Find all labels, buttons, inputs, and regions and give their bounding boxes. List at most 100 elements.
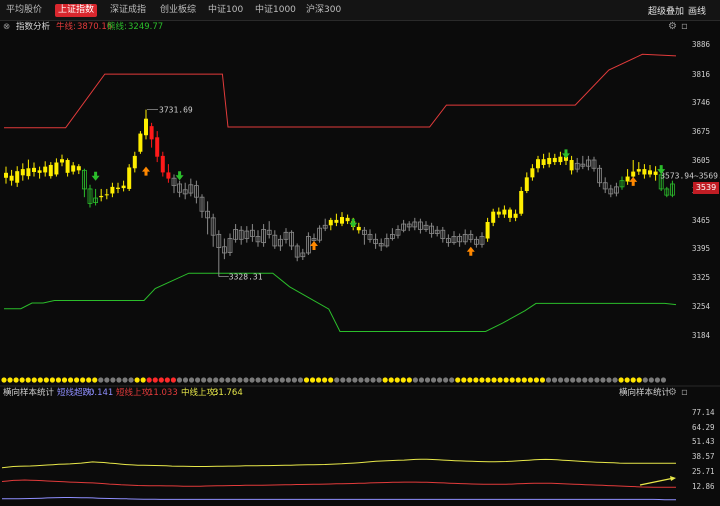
status-dot <box>188 377 195 383</box>
candle-body <box>642 169 647 175</box>
status-dot <box>570 377 576 383</box>
status-dot <box>527 377 533 383</box>
candle-body <box>631 171 636 177</box>
candle-body <box>160 155 165 173</box>
status-dot <box>564 377 570 383</box>
candle-body <box>99 195 104 198</box>
status-dot <box>207 377 213 383</box>
y-axis-label: 3325 <box>692 273 711 282</box>
status-dot <box>261 377 267 383</box>
status-dot <box>582 377 588 383</box>
status-dot <box>521 377 527 383</box>
high-annotation: 3731.69 <box>159 106 193 115</box>
candle-body <box>149 126 154 140</box>
status-dot <box>201 377 207 383</box>
candle-body <box>648 170 652 175</box>
status-dot <box>122 377 128 383</box>
status-dot <box>164 377 170 383</box>
status-dot <box>600 377 606 383</box>
status-dot <box>491 377 497 383</box>
candle-body <box>536 159 540 169</box>
status-dot <box>170 377 176 383</box>
current-price-badge: 3539 <box>693 182 719 194</box>
candle-body <box>569 160 574 171</box>
candle-body <box>541 159 546 165</box>
status-dot <box>19 377 25 383</box>
status-dot <box>92 377 98 383</box>
status-dot <box>364 377 370 383</box>
status-dot <box>25 377 31 383</box>
status-dot <box>231 377 237 383</box>
sub-y-axis-label: 25.71 <box>692 467 715 476</box>
status-dot <box>303 377 310 383</box>
status-dot <box>642 377 648 383</box>
candle-body <box>121 185 126 189</box>
status-dot <box>249 377 255 383</box>
trend-arrow-shaft <box>639 477 675 486</box>
status-dot <box>636 377 642 383</box>
y-axis-label: 3675 <box>692 127 711 136</box>
candle-body <box>132 155 137 169</box>
status-dot <box>358 377 364 383</box>
candle-body <box>116 187 120 189</box>
status-dot <box>213 377 219 383</box>
status-dot <box>461 377 467 383</box>
trend-arrow-head <box>670 476 676 481</box>
status-dot <box>551 377 558 383</box>
status-dot <box>412 377 418 383</box>
candle-body <box>37 170 42 173</box>
candle-body <box>524 177 529 191</box>
status-dot <box>182 377 189 383</box>
sub-y-axis-label: 64.29 <box>692 423 715 432</box>
candle-body <box>356 226 361 231</box>
sub-panel-title[interactable]: 横向样本统计 <box>3 387 54 399</box>
status-dot <box>485 377 491 383</box>
candle-body <box>547 157 552 165</box>
status-dot <box>13 377 19 383</box>
status-dot <box>594 377 600 383</box>
status-dot <box>80 377 86 383</box>
sub-settings-gear-icon[interactable]: ⚙ <box>668 387 677 398</box>
status-dot <box>400 377 406 383</box>
status-dot <box>473 377 479 383</box>
candle-body <box>502 209 507 215</box>
sub-y-axis-label: 51.43 <box>692 437 715 446</box>
status-dot <box>430 377 437 383</box>
status-dot <box>479 377 485 383</box>
status-dot <box>515 377 521 383</box>
index-analysis-chart[interactable]: 3731.69 3328.31 3573.94~3569.89 <box>0 0 720 506</box>
candle-body <box>345 217 350 222</box>
status-dot <box>624 377 630 383</box>
candle-body <box>9 175 14 181</box>
status-dot <box>309 377 316 383</box>
candle-body <box>513 213 518 218</box>
status-dot <box>195 377 201 383</box>
candle-body <box>43 166 48 173</box>
status-dot <box>279 377 285 383</box>
sub-y-axis-label: 38.57 <box>692 452 715 461</box>
status-dot <box>104 377 110 383</box>
status-dot <box>576 377 582 383</box>
candle-body <box>127 167 132 189</box>
candle-body <box>491 211 496 223</box>
status-dot <box>176 377 183 383</box>
status-dot <box>328 377 334 383</box>
sub-y-axis-label: 77.14 <box>692 408 715 417</box>
status-dot <box>285 377 291 383</box>
sub-window-icon[interactable]: ▫ <box>681 387 688 398</box>
sub-panel-header: 横向样本统计 短线超跌: 0.141 短线上攻: 11.033 中线上攻: 31… <box>0 387 720 399</box>
status-dot <box>146 377 152 383</box>
status-dot <box>370 377 376 383</box>
candle-body <box>558 156 563 163</box>
status-dot <box>55 377 62 383</box>
candle-body <box>552 157 557 163</box>
short-oversold-value: 0.141 <box>89 388 114 398</box>
sell-signal-arrow <box>91 171 100 181</box>
status-dot <box>606 377 612 383</box>
candle-body <box>71 165 76 172</box>
candle-body <box>166 172 171 179</box>
status-dot <box>243 377 249 383</box>
candle-body <box>15 171 20 183</box>
sell-signal-arrow <box>562 149 570 159</box>
status-dot <box>255 377 261 383</box>
